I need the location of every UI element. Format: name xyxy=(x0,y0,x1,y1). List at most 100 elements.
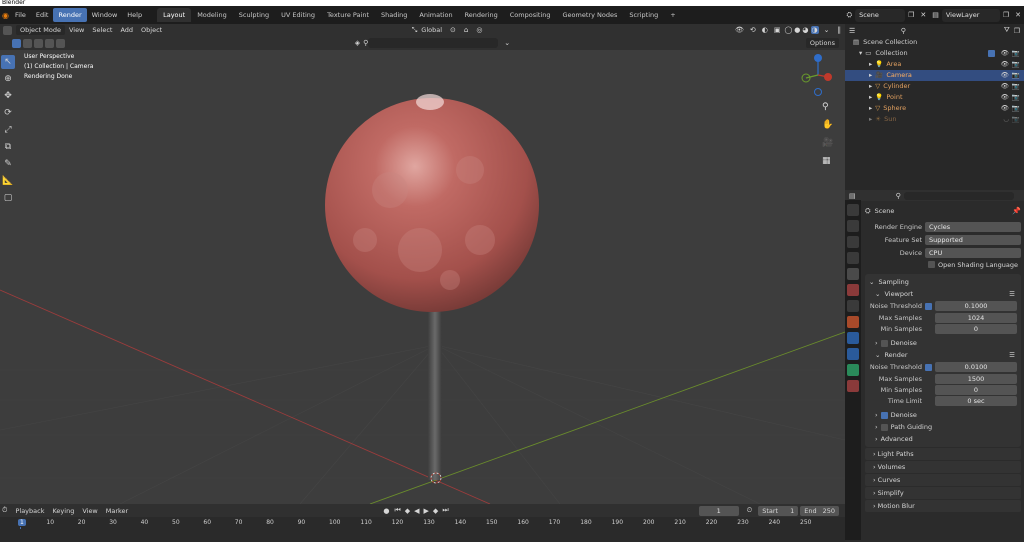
snap-icon[interactable]: ⌂ xyxy=(464,26,468,34)
play-reverse-icon[interactable]: ◀ xyxy=(414,507,419,515)
osl-checkbox[interactable] xyxy=(928,261,935,268)
jump-end-icon[interactable]: ⏭ xyxy=(442,506,448,515)
menu-help[interactable]: Help xyxy=(122,8,147,22)
render-camera-icon[interactable]: 📷 xyxy=(1012,114,1020,125)
expand-arrow-icon[interactable]: ▸ xyxy=(869,81,872,92)
select-box-mode-icon[interactable] xyxy=(12,38,21,48)
view-layer-tab-icon[interactable] xyxy=(847,252,859,264)
feature-set-dropdown[interactable]: Supported xyxy=(925,234,1021,245)
outliner-filter-icon[interactable]: ⛛ xyxy=(1004,26,1010,35)
render-min-samples-field[interactable]: 0 xyxy=(935,384,1017,395)
viewport-min-samples-field[interactable]: 0 xyxy=(935,323,1017,334)
render-camera-icon[interactable]: 📷 xyxy=(1012,59,1020,70)
tab-modeling[interactable]: Modeling xyxy=(191,8,233,22)
rotate-tool-icon[interactable]: ⟳ xyxy=(1,106,15,120)
expand-arrow-icon[interactable]: ▸ xyxy=(869,114,872,125)
zoom-icon[interactable]: ⚲ xyxy=(822,102,834,114)
path-guiding-header[interactable]: › Path Guiding xyxy=(865,421,1021,433)
viewport-search-input[interactable] xyxy=(368,38,499,48)
add-workspace-button[interactable]: + xyxy=(664,8,681,22)
shading-material-icon[interactable]: ◕ xyxy=(802,26,808,34)
select-subtract-mode-icon[interactable] xyxy=(34,38,43,48)
outliner-search-input[interactable] xyxy=(909,26,1000,35)
menu-render[interactable]: Render xyxy=(53,8,87,22)
outliner-new-collection-icon[interactable]: ❐ xyxy=(1014,27,1020,35)
outliner-item-sphere[interactable]: ▸ ▽ Sphere 👁 📷 xyxy=(845,103,1024,114)
render-camera-icon[interactable]: 📷 xyxy=(1012,92,1020,103)
shading-options-icon[interactable]: ⌄ xyxy=(824,26,830,34)
shading-solid-icon[interactable]: ● xyxy=(794,26,800,34)
start-frame-field[interactable]: Start 1 xyxy=(758,505,799,516)
menu-edit[interactable]: Edit xyxy=(31,8,54,22)
render-camera-icon[interactable]: 📷 xyxy=(1012,81,1020,92)
pin-icon[interactable]: 📌 xyxy=(1012,207,1021,215)
object-tab-icon[interactable] xyxy=(847,316,859,328)
visibility-icon[interactable]: 👁 xyxy=(735,26,744,34)
new-scene-icon[interactable]: ❐ xyxy=(908,11,914,19)
simplify-panel[interactable]: › Simplify xyxy=(865,487,1021,499)
current-frame-field[interactable]: 1 xyxy=(698,505,739,516)
tab-sculpting[interactable]: Sculpting xyxy=(233,8,275,22)
marker-menu[interactable]: Marker xyxy=(102,506,132,516)
blender-logo-icon[interactable]: ◉ xyxy=(0,11,10,20)
overlay-toggle-icon[interactable]: ◐ xyxy=(762,26,768,34)
transform-tool-icon[interactable]: ⧉ xyxy=(1,140,15,154)
viewport-subpanel-header[interactable]: ⌄ Viewport ☰ xyxy=(865,288,1021,300)
curves-panel[interactable]: › Curves xyxy=(865,474,1021,486)
world-tab-icon[interactable] xyxy=(847,284,859,296)
select-menu[interactable]: Select xyxy=(88,25,116,35)
collapse-arrow-icon[interactable]: ▾ xyxy=(859,48,862,59)
visibility-eye-icon[interactable]: 👁 xyxy=(1001,81,1009,92)
tab-shading[interactable]: Shading xyxy=(375,8,413,22)
tab-rendering[interactable]: Rendering xyxy=(459,8,504,22)
render-denoise-header[interactable]: › Denoise xyxy=(865,409,1021,421)
tab-scripting[interactable]: Scripting xyxy=(623,8,664,22)
tool-tab-icon[interactable] xyxy=(847,204,859,216)
time-limit-field[interactable]: 0 sec xyxy=(935,395,1017,406)
viewport-noise-threshold-checkbox[interactable] xyxy=(925,302,932,310)
tab-geometry-nodes[interactable]: Geometry Nodes xyxy=(557,8,624,22)
properties-editor-icon[interactable]: ▤ xyxy=(849,192,856,200)
render-max-samples-field[interactable]: 1500 xyxy=(935,373,1017,384)
visibility-eye-icon[interactable]: 👁 xyxy=(1001,48,1009,59)
delete-scene-icon[interactable]: ✕ xyxy=(920,11,926,19)
visibility-eye-icon[interactable]: 👁 xyxy=(1001,92,1009,103)
path-guiding-checkbox[interactable] xyxy=(880,423,888,431)
pivot-icon[interactable]: ⊙ xyxy=(450,26,456,34)
view-menu[interactable]: View xyxy=(65,25,88,35)
tab-compositing[interactable]: Compositing xyxy=(504,8,557,22)
render-camera-icon[interactable]: 📷 xyxy=(1012,103,1020,114)
device-dropdown[interactable]: CPU xyxy=(925,247,1021,258)
add-menu[interactable]: Add xyxy=(116,25,137,35)
texture-tab-icon[interactable] xyxy=(847,380,859,392)
viewport-noise-threshold-field[interactable]: 0.1000 xyxy=(935,301,1017,311)
data-tab-icon[interactable] xyxy=(847,364,859,376)
visibility-eye-icon[interactable]: 👁 xyxy=(1001,59,1009,70)
render-engine-dropdown[interactable]: Cycles xyxy=(925,221,1021,232)
render-denoise-checkbox[interactable] xyxy=(880,411,888,419)
timeline-ruler[interactable]: 1 10 20 30 40 50 60 70 80 90 100 110 120 130 140 150 160… xyxy=(0,517,845,542)
view-menu[interactable]: View xyxy=(78,506,101,516)
sphere-object[interactable] xyxy=(325,98,539,312)
menu-file[interactable]: File xyxy=(10,8,31,22)
outliner-scene-collection[interactable]: ▤ Scene Collection xyxy=(845,37,1024,48)
advanced-header[interactable]: › Advanced xyxy=(865,433,1021,445)
visibility-eye-icon[interactable]: 👁 xyxy=(1001,70,1009,81)
scene-selector[interactable]: Scene xyxy=(855,8,906,22)
delete-viewlayer-icon[interactable]: ✕ xyxy=(1015,11,1021,19)
expand-arrow-icon[interactable]: ▸ xyxy=(869,59,872,70)
pan-hand-icon[interactable]: ✋ xyxy=(822,120,834,132)
physics-tab-icon[interactable] xyxy=(847,332,859,344)
tab-uv-editing[interactable]: UV Editing xyxy=(275,8,321,22)
timeline-track[interactable] xyxy=(0,529,845,542)
tab-animation[interactable]: Animation xyxy=(413,8,458,22)
object-menu[interactable]: Object xyxy=(137,25,166,35)
outliner-item-cylinder[interactable]: ▸ ▽ Cylinder 👁 📷 xyxy=(845,81,1024,92)
constraints-tab-icon[interactable] xyxy=(847,348,859,360)
end-frame-field[interactable]: End 250 xyxy=(800,505,839,516)
expand-arrow-icon[interactable]: ▸ xyxy=(869,92,872,103)
jump-start-icon[interactable]: ⏮ xyxy=(394,506,400,515)
select-tool-icon[interactable]: ↖ xyxy=(1,55,15,69)
scene-tab-icon[interactable] xyxy=(847,268,859,280)
playback-menu[interactable]: Playback xyxy=(11,506,48,516)
